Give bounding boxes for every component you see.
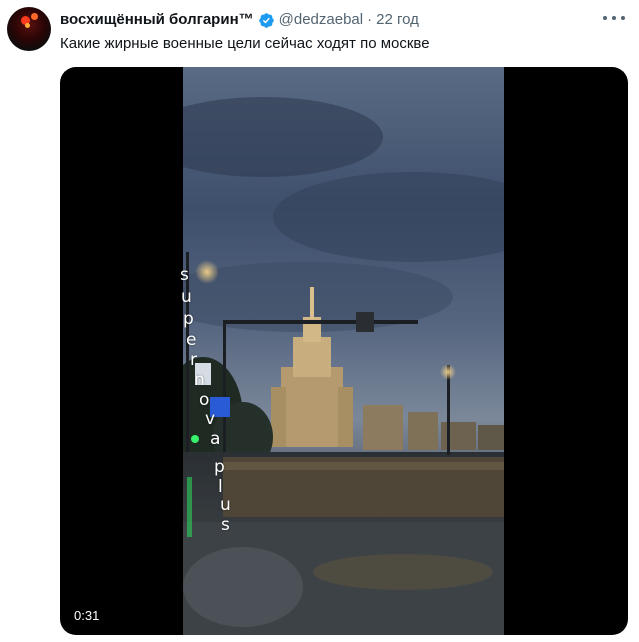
more-options-icon[interactable]: [603, 8, 625, 28]
tweet-text: Какие жирные военные цели сейчас ходят п…: [60, 35, 430, 52]
avatar[interactable]: [7, 7, 51, 51]
handle[interactable]: @dedzaebal: [279, 10, 363, 30]
timestamp[interactable]: 22 год: [376, 10, 419, 30]
verified-badge-icon: [258, 12, 274, 28]
video-frame[interactable]: [183, 67, 504, 635]
display-name[interactable]: восхищённый болгарин™: [60, 10, 254, 30]
tweet-header: восхищённый болгарин™ @dedzaebal · 22 го…: [60, 10, 599, 30]
video-player[interactable]: s u p e r n o v a p l u s 0:31: [60, 67, 628, 635]
separator-dot: ·: [367, 11, 373, 28]
video-duration: 0:31: [74, 608, 100, 623]
